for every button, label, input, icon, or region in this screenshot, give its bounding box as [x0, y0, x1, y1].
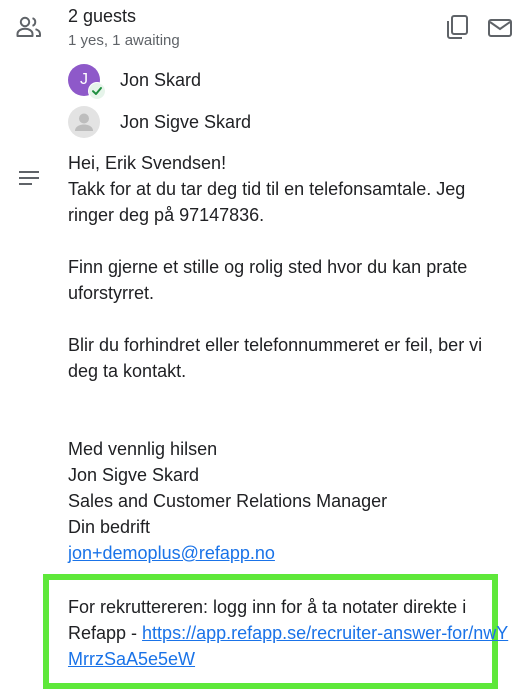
- event-description: Hei, Erik Svendsen! Takk for at du tar d…: [68, 150, 513, 566]
- description-icon: [19, 170, 39, 186]
- guest-name: Jon Skard: [120, 70, 202, 90]
- people-icon: [16, 16, 42, 38]
- guest-name: Jon Sigve Skard: [120, 112, 252, 132]
- sender-name: Jon Sigve Skard: [68, 465, 200, 485]
- guests-count: 2 guests: [68, 6, 137, 26]
- greeting: Hei, Erik Svendsen!: [68, 153, 227, 173]
- copy-icon[interactable]: [445, 14, 471, 40]
- email-guests-icon[interactable]: [487, 17, 513, 39]
- person-icon: [75, 113, 93, 131]
- recruiter-note: For rekruttereren: logg inn for å ta not…: [68, 594, 513, 672]
- avatar: J: [68, 64, 106, 100]
- sender-email-link[interactable]: jon+demoplus@refapp.no: [68, 543, 275, 563]
- accepted-check-icon: [88, 82, 106, 100]
- description-paragraph: Finn gjerne et stille og rolig sted hvor…: [68, 257, 468, 303]
- sender-title: Sales and Customer Relations Manager: [68, 491, 388, 511]
- avatar-initial: J: [80, 71, 88, 88]
- description-paragraph: Takk for at du tar deg tid til en telefo…: [68, 179, 466, 225]
- sender-company: Din bedrift: [68, 517, 151, 537]
- description-paragraph: Blir du forhindret eller telefonnummeret…: [68, 335, 483, 381]
- guest-item[interactable]: J Jon Skard: [68, 64, 202, 100]
- guest-item[interactable]: Jon Sigve Skard: [68, 106, 251, 138]
- guests-rsvp-summary: 1 yes, 1 awaiting: [68, 32, 180, 49]
- avatar: [68, 106, 100, 138]
- sign-off: Med vennlig hilsen: [68, 439, 218, 459]
